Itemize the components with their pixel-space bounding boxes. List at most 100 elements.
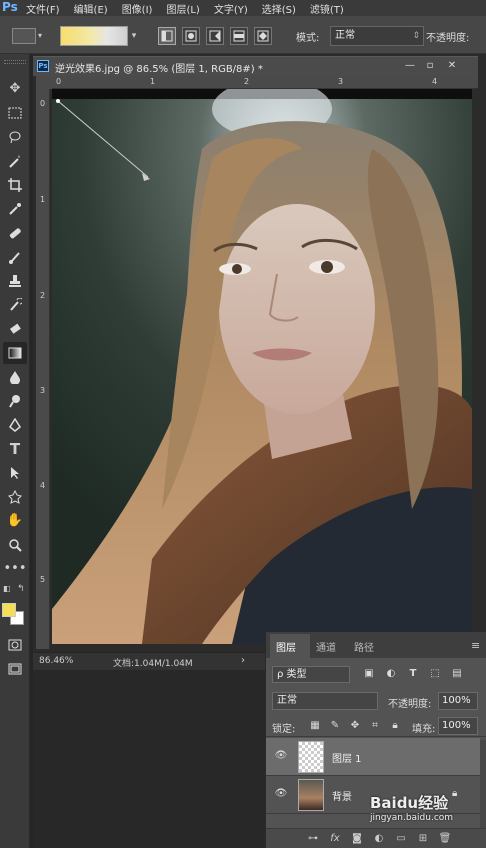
adjustment-layer-icon[interactable]: ◐: [372, 832, 386, 846]
trash-icon[interactable]: 🗑︎: [438, 832, 452, 846]
chevron-right-icon[interactable]: ›: [241, 655, 245, 666]
ruler-tick: 0: [56, 77, 62, 86]
status-bar: 86.46% 文档:1.04M/1.04M ›: [33, 652, 265, 670]
swap-colors-icon[interactable]: ↰: [17, 584, 25, 594]
new-layer-icon[interactable]: ⊞: [416, 832, 430, 846]
eraser-tool[interactable]: [3, 318, 27, 340]
quick-selection-tool[interactable]: [3, 150, 27, 172]
brush-tool[interactable]: [3, 246, 27, 268]
crop-tool[interactable]: [3, 174, 27, 196]
quick-mask-button[interactable]: [3, 634, 27, 656]
eye-icon[interactable]: 👁︎: [274, 788, 288, 800]
custom-shape-tool[interactable]: [3, 486, 27, 508]
dodge-tool[interactable]: [3, 390, 27, 412]
menu-layer[interactable]: 图层(L): [166, 1, 199, 16]
diamond-gradient-button[interactable]: [254, 27, 272, 45]
gradient-tool[interactable]: [3, 342, 27, 364]
layer-filter-select[interactable]: ρ 类型: [272, 666, 350, 683]
layer-thumbnail: [298, 779, 324, 811]
reflected-gradient-button[interactable]: [230, 27, 248, 45]
history-brush-tool[interactable]: [3, 294, 27, 316]
zoom-level[interactable]: 86.46%: [39, 656, 73, 666]
eye-icon[interactable]: 👁︎: [274, 750, 288, 762]
shape-filter-icon[interactable]: ⬚: [428, 667, 442, 681]
shape-icon: [8, 489, 22, 504]
ruler-tick: 5: [40, 575, 46, 584]
eyedropper-tool[interactable]: [3, 198, 27, 220]
layer-row-layer1[interactable]: 👁︎ 图层 1: [266, 738, 480, 776]
lock-artboard-icon[interactable]: ⌗: [368, 719, 382, 733]
ruler-tick: 3: [40, 386, 46, 395]
zoom-tool[interactable]: [3, 534, 27, 556]
layer-name[interactable]: 图层 1: [332, 750, 362, 765]
menu-filter[interactable]: 滤镜(T): [310, 1, 344, 16]
maximize-icon[interactable]: ▫: [423, 59, 437, 73]
foreground-color-swatch[interactable]: [2, 603, 16, 617]
stamp-icon: [9, 275, 21, 287]
marquee-tool[interactable]: [3, 102, 27, 124]
linear-gradient-button[interactable]: [158, 27, 176, 45]
mode-select[interactable]: 正常: [330, 26, 424, 46]
gradient-preview[interactable]: [60, 26, 128, 46]
tool-preset-picker[interactable]: [12, 28, 36, 44]
dodge-icon: [9, 395, 20, 408]
move-tool[interactable]: ✥: [3, 78, 27, 100]
panel-menu-icon[interactable]: ≡: [471, 639, 480, 652]
vertical-ruler[interactable]: 0 1 2 3 4 5: [36, 89, 50, 649]
type-filter-icon[interactable]: T: [406, 667, 420, 681]
ruler-tick: 0: [40, 99, 46, 108]
more-tools-button[interactable]: •••: [3, 558, 27, 580]
add-mask-icon[interactable]: ◙: [350, 832, 364, 846]
eraser-icon: [10, 323, 21, 334]
adjustment-filter-icon[interactable]: ◐: [384, 667, 398, 681]
tab-paths[interactable]: 路径: [354, 639, 374, 654]
ruler-tick: 1: [40, 195, 46, 204]
lasso-icon: [9, 131, 21, 144]
menu-type[interactable]: 文字(Y): [214, 1, 248, 16]
default-colors-icon[interactable]: ◧: [3, 584, 11, 593]
lock-pixels-icon[interactable]: ✎: [328, 719, 342, 733]
menu-edit[interactable]: 编辑(E): [74, 1, 108, 16]
panel-grip[interactable]: [4, 60, 26, 64]
opacity-input[interactable]: 100%: [438, 692, 478, 710]
radial-gradient-icon: [185, 30, 197, 42]
tab-channels[interactable]: 通道: [316, 639, 336, 654]
fx-icon[interactable]: fx: [328, 832, 342, 846]
opacity-label: 不透明度:: [388, 699, 432, 710]
new-group-icon[interactable]: ▭: [394, 832, 408, 846]
radial-gradient-button[interactable]: [182, 27, 200, 45]
document-tab[interactable]: Ps 逆光效果6.jpg @ 86.5% (图层 1, RGB/8#) * — …: [33, 56, 478, 76]
blend-mode-select[interactable]: 正常: [272, 692, 378, 710]
angle-gradient-button[interactable]: [206, 27, 224, 45]
hand-tool[interactable]: ✋: [3, 510, 27, 532]
image-canvas[interactable]: [52, 89, 472, 644]
tab-layers[interactable]: 图层: [276, 639, 296, 654]
path-selection-tool[interactable]: [3, 462, 27, 484]
pen-tool[interactable]: [3, 414, 27, 436]
lock-all-icon[interactable]: 🔒︎: [388, 719, 402, 733]
type-tool[interactable]: T: [3, 438, 27, 460]
fill-input[interactable]: 100%: [438, 717, 478, 735]
menu-file[interactable]: 文件(F): [26, 1, 60, 16]
lasso-tool[interactable]: [3, 126, 27, 148]
healing-brush-tool[interactable]: [3, 222, 27, 244]
chevron-down-icon[interactable]: ▾: [38, 31, 42, 40]
lock-transparent-icon[interactable]: ▦: [308, 719, 322, 733]
pixel-filter-icon[interactable]: ▣: [362, 667, 376, 681]
clone-stamp-tool[interactable]: [3, 270, 27, 292]
blur-tool[interactable]: [3, 366, 27, 388]
gradient-dropdown-icon[interactable]: ▾: [128, 26, 140, 46]
screen-mode-button[interactable]: [3, 658, 27, 680]
layer-name[interactable]: 背景: [332, 788, 352, 803]
lock-position-icon[interactable]: ✥: [348, 719, 362, 733]
minimize-icon[interactable]: —: [403, 59, 417, 73]
horizontal-ruler[interactable]: 0 1 2 3 4: [52, 76, 478, 89]
menu-select[interactable]: 选择(S): [262, 1, 296, 16]
link-layers-icon[interactable]: ⊶: [306, 832, 320, 846]
ruler-origin[interactable]: [36, 76, 52, 89]
diamond-gradient-icon: [257, 30, 269, 42]
close-icon[interactable]: ✕: [445, 59, 459, 73]
photoshop-file-icon: Ps: [37, 60, 49, 72]
smart-object-filter-icon[interactable]: ▤: [450, 667, 464, 681]
menu-image[interactable]: 图像(I): [122, 1, 153, 16]
